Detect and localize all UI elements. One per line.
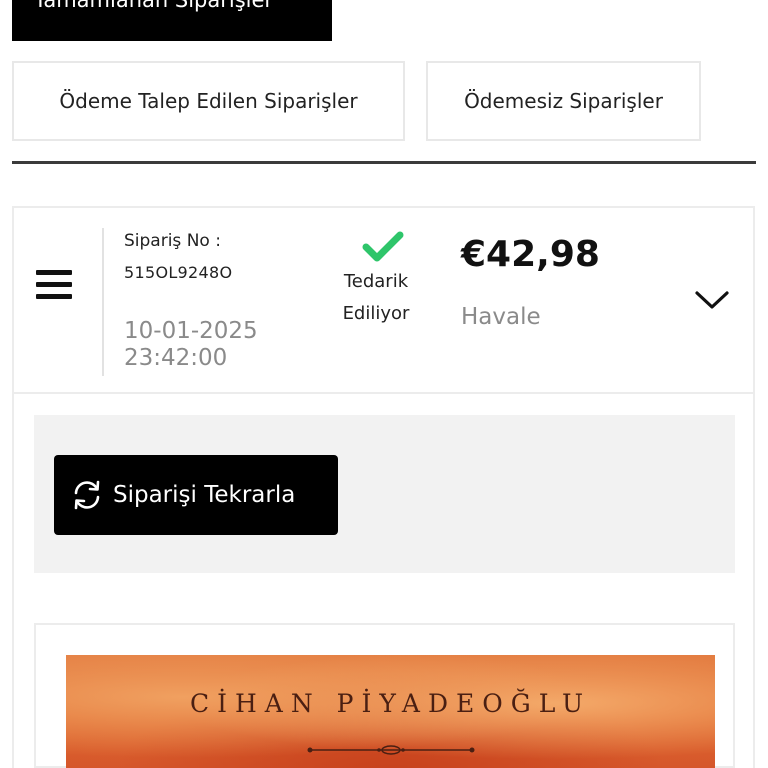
- book-cover-image[interactable]: CİHAN PİYADEOĞLU: [66, 655, 715, 768]
- order-detail-panel: Siparişi Tekrarla CİHAN PİYADEOĞLU: [12, 394, 755, 768]
- orders-page: Tamamlanan Siparişler Ödeme Talep Edilen…: [0, 0, 768, 768]
- refresh-icon: [74, 480, 100, 510]
- order-status: Tedarik Ediliyor: [332, 266, 420, 330]
- tab-completed-orders[interactable]: Tamamlanan Siparişler: [12, 0, 332, 41]
- order-status-line1: Tedarik: [343, 271, 409, 292]
- order-total: €42,98: [461, 234, 600, 275]
- tabs-divider: [12, 161, 756, 164]
- reorder-button-label: Siparişi Tekrarla: [113, 482, 296, 508]
- tab-unpaid-orders[interactable]: Ödemesiz Siparişler: [426, 61, 701, 141]
- book-cover-author: CİHAN PİYADEOĞLU: [189, 689, 592, 718]
- product-card[interactable]: CİHAN PİYADEOĞLU: [34, 623, 735, 768]
- order-datetime: 10-01-2025 23:42:00: [124, 318, 258, 372]
- tab-completed-label: Tamamlanan Siparişler: [34, 0, 274, 12]
- tab-payment-requested-label: Ödeme Talep Edilen Siparişler: [59, 89, 358, 113]
- order-time: 23:42:00: [124, 345, 228, 371]
- chevron-down-icon[interactable]: [694, 288, 730, 312]
- order-card-separator: [102, 228, 104, 376]
- tab-payment-requested-orders[interactable]: Ödeme Talep Edilen Siparişler: [12, 61, 405, 141]
- tab-unpaid-label: Ödemesiz Siparişler: [464, 89, 663, 113]
- ornament-divider-icon: [307, 745, 475, 755]
- order-summary-card[interactable]: Sipariş No : 515OL9248O 10-01-2025 23:42…: [12, 206, 755, 394]
- payment-method: Havale: [461, 304, 541, 330]
- order-date: 10-01-2025: [124, 318, 258, 344]
- order-status-line2: Ediliyor: [342, 303, 410, 324]
- order-number: 515OL9248O: [124, 263, 233, 282]
- menu-icon[interactable]: [36, 270, 72, 300]
- reorder-section: Siparişi Tekrarla: [34, 415, 735, 573]
- reorder-button[interactable]: Siparişi Tekrarla: [54, 455, 338, 535]
- check-icon: [362, 231, 404, 262]
- order-number-label: Sipariş No :: [124, 231, 221, 251]
